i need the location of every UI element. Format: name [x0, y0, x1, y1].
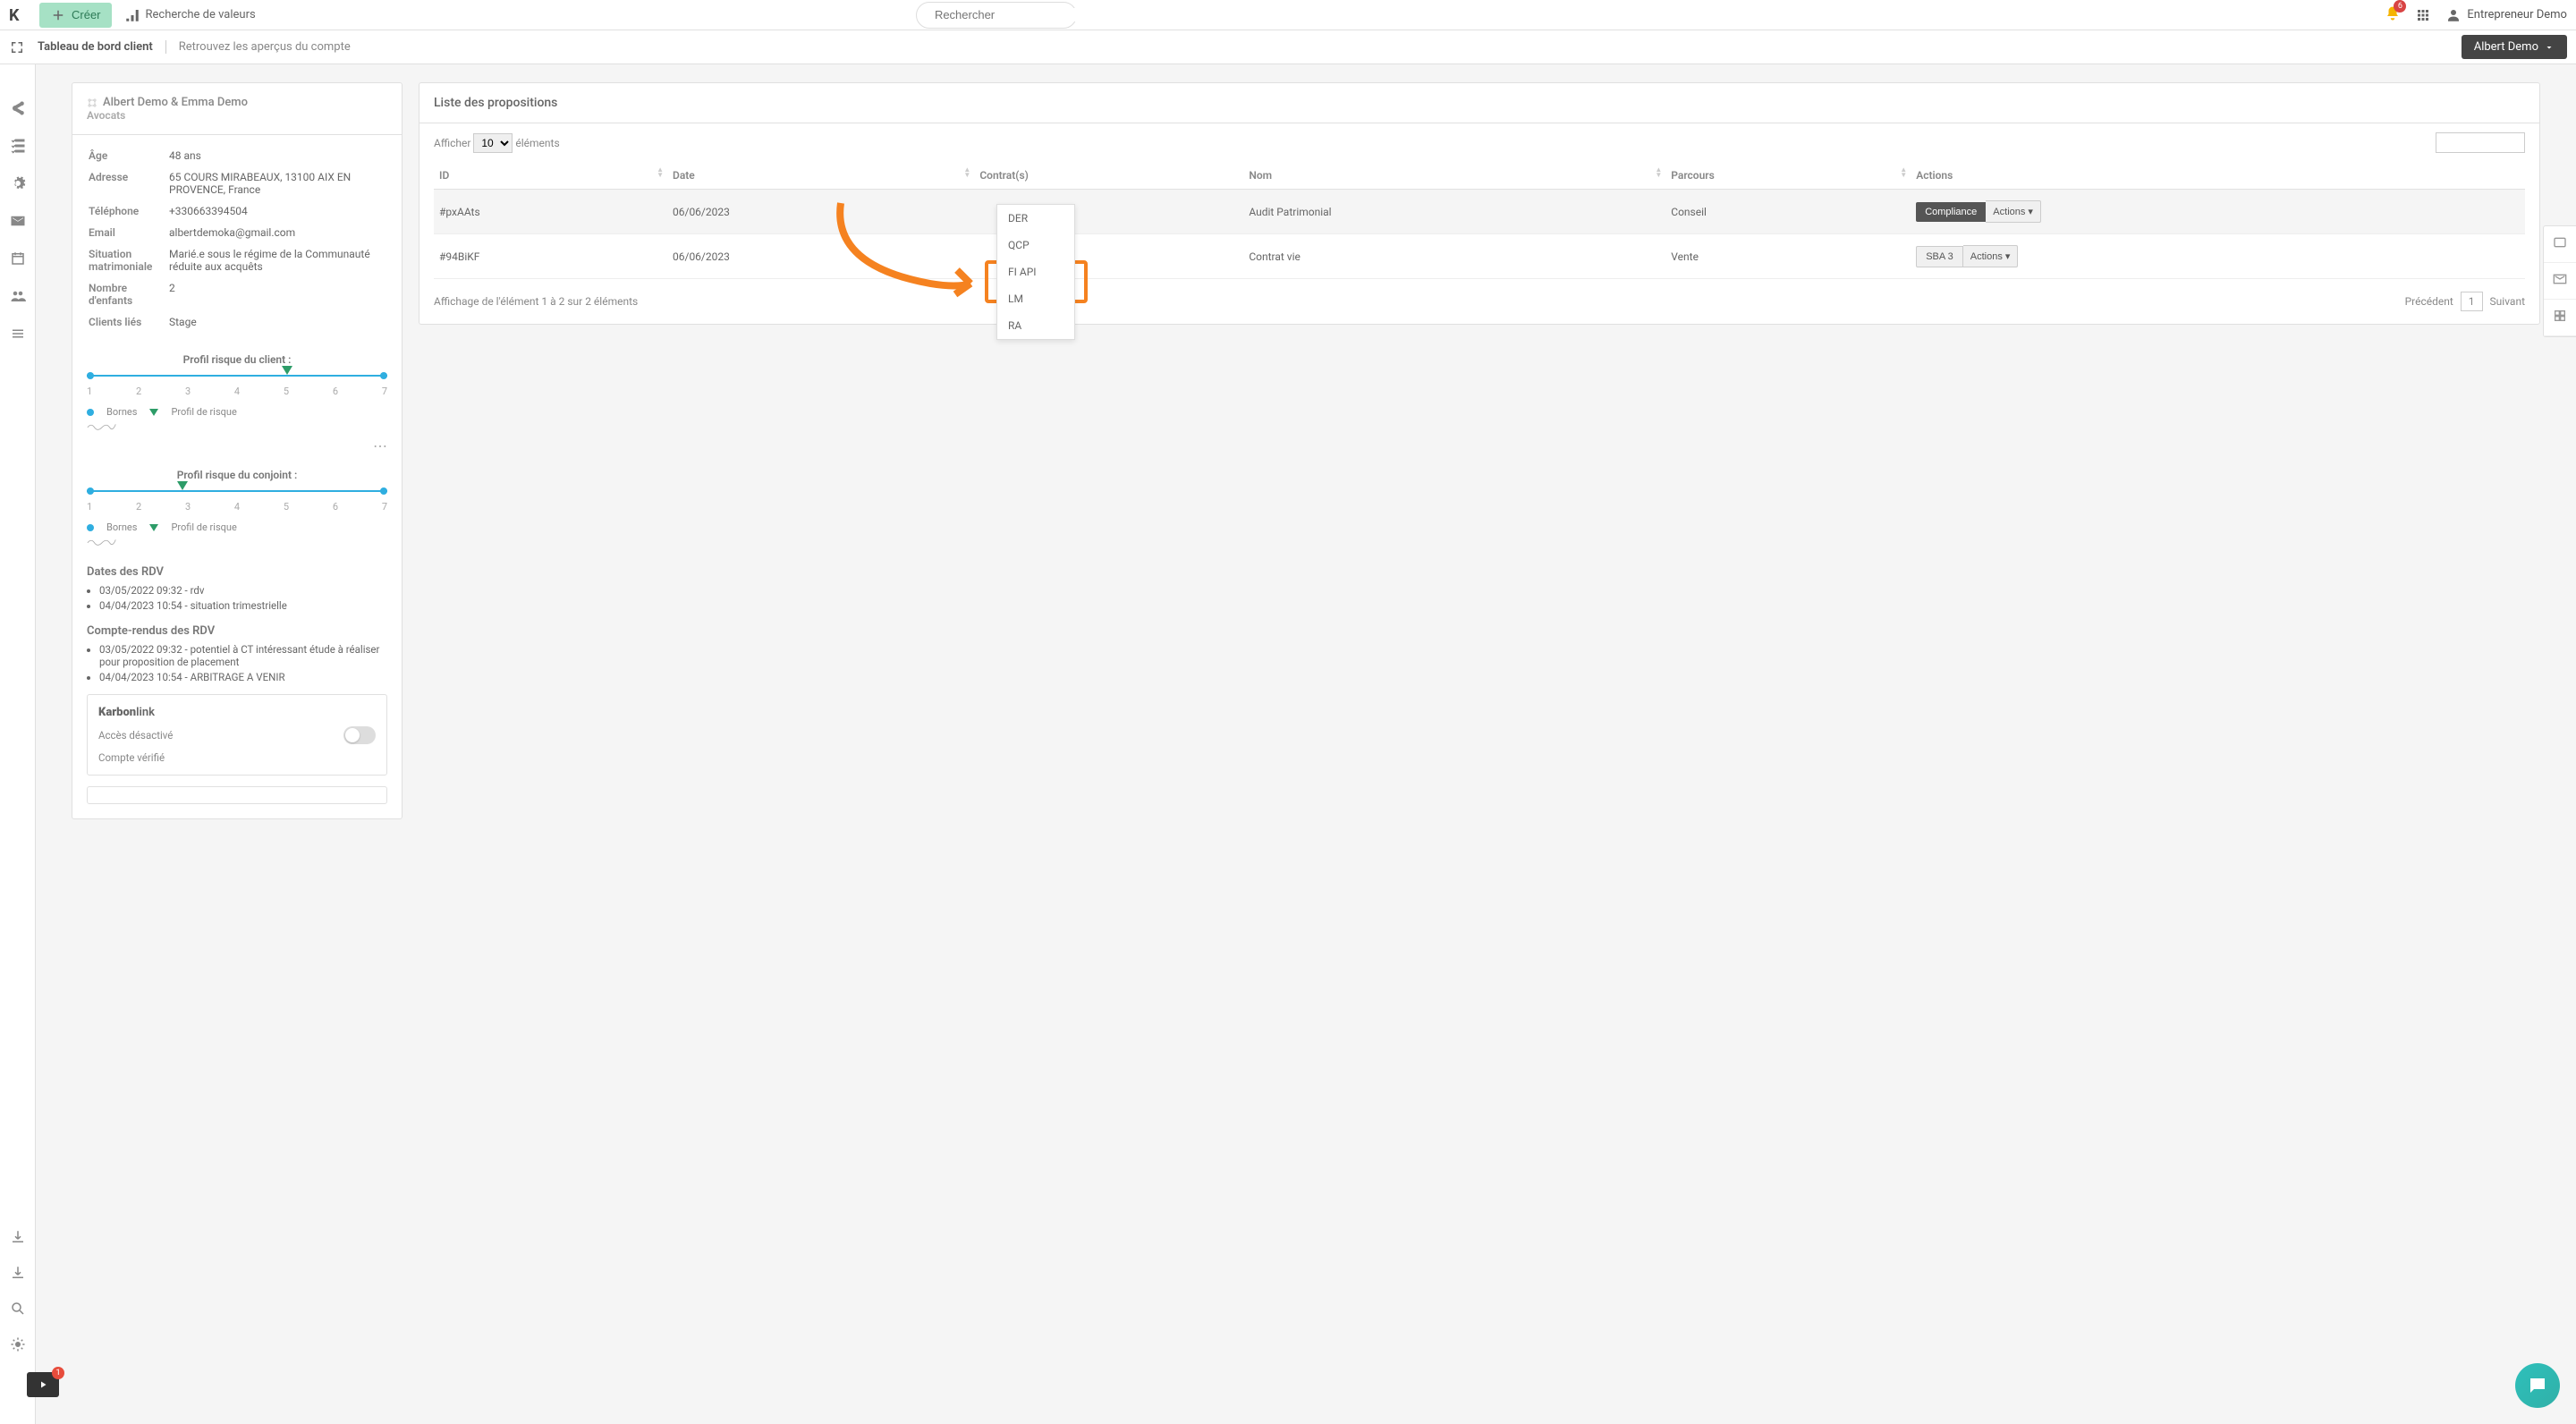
risk-spouse-title: Profil risque du conjoint : [72, 469, 402, 481]
checklist-icon[interactable] [10, 138, 26, 154]
risk-client-title: Profil risque du client : [72, 353, 402, 366]
plus-icon [50, 7, 66, 23]
col-contrats[interactable]: Contrat(s) [974, 162, 1243, 190]
side-pills [2543, 225, 2576, 337]
side-grid-icon[interactable] [2544, 300, 2576, 336]
chat-icon [2527, 1375, 2548, 1396]
page-size-select[interactable]: 10 [473, 133, 513, 153]
row-primary-button[interactable]: Compliance [1916, 202, 1986, 222]
client-details: Âge48 ans Adresse65 COURS MIRABEAUX, 131… [72, 135, 402, 339]
scale-nums: 1234567 [87, 501, 387, 513]
side-mail-icon[interactable] [2544, 263, 2576, 300]
dot-icon [87, 524, 94, 531]
rdv-heading: Dates des RDV [72, 565, 402, 579]
dropdown-item-ra[interactable]: RA [997, 312, 1074, 339]
sidebar-left [0, 64, 36, 1424]
dot-icon [87, 409, 94, 416]
search-icon-bottom[interactable] [10, 1301, 26, 1317]
video-widget[interactable]: 1 [27, 1372, 59, 1397]
col-actions: Actions [1911, 162, 2525, 190]
share-icon[interactable] [10, 100, 26, 116]
client-name: Albert Demo & Emma Demo [103, 96, 248, 109]
apps-icon[interactable] [2415, 7, 2431, 23]
video-badge: 1 [52, 1367, 64, 1379]
user-icon [2445, 7, 2462, 23]
chevron-down-icon [2544, 42, 2555, 53]
notif-badge: 6 [2394, 0, 2406, 13]
risk-spouse-marker [177, 481, 188, 490]
risk-spouse-slider[interactable] [87, 490, 387, 492]
logo: K [9, 6, 27, 24]
list-icon[interactable] [10, 326, 26, 342]
search-input[interactable] [935, 8, 1092, 21]
gear-icon[interactable] [10, 175, 26, 191]
signature-icon [87, 421, 117, 430]
proposals-header: Liste des propositions [419, 83, 2539, 123]
download-icon-2[interactable] [10, 1265, 26, 1281]
dropdown-item-der[interactable]: DER [997, 205, 1074, 232]
expand-icon[interactable] [9, 39, 25, 55]
proposals-table: ID▲▼ Date▲▼ Contrat(s) Nom▲▼ Parcours▲▼ … [434, 162, 2525, 279]
next-button[interactable]: Suivant [2490, 295, 2525, 308]
create-label: Créer [72, 8, 101, 21]
signature-icon [87, 537, 117, 546]
client-card: Albert Demo & Emma Demo Avocats Âge48 an… [72, 82, 402, 819]
chat-button[interactable] [2515, 1363, 2560, 1408]
rdv-list: 03/05/2022 09:32 - rdv04/04/2023 10:54 -… [72, 584, 402, 612]
col-id[interactable]: ID▲▼ [434, 162, 667, 190]
table-footer-info: Affichage de l'élément 1 à 2 sur 2 éléme… [434, 295, 638, 308]
chart-icon [124, 7, 140, 23]
access-toggle[interactable] [343, 726, 376, 744]
risk-client-slider[interactable] [87, 375, 387, 377]
sun-icon[interactable] [10, 1336, 26, 1352]
side-card-icon[interactable] [2544, 226, 2576, 263]
triangle-icon [149, 524, 158, 531]
download-icon[interactable] [10, 1229, 26, 1245]
table-row: #pxAAts06/06/2023Audit PatrimonialConsei… [434, 190, 2525, 234]
page-title: Tableau de bord client [38, 40, 166, 54]
verified-label: Compte vérifié [98, 751, 165, 764]
create-button[interactable]: Créer [39, 3, 112, 28]
table-row: #94BiKF06/06/2023Contrat vieVente SBA 3A… [434, 234, 2525, 279]
actions-dropdown: DERQCPFI APILMRA [996, 204, 1075, 340]
table-search-input[interactable] [2436, 132, 2525, 153]
calendar-icon[interactable] [10, 250, 26, 267]
research-link[interactable]: Recherche de valeurs [124, 7, 256, 23]
global-search[interactable] [916, 2, 1077, 29]
cr-list: 03/05/2022 09:32 - potentiel à CT intére… [72, 643, 402, 683]
page-number[interactable]: 1 [2461, 292, 2483, 311]
dropdown-item-lm[interactable]: LM [997, 285, 1074, 312]
more-icon[interactable]: ⋯ [72, 437, 402, 454]
row-actions-button[interactable]: Actions ▾ [1986, 200, 2041, 223]
client-selector[interactable]: Albert Demo [2462, 35, 2567, 59]
dropdown-item-qcp[interactable]: QCP [997, 232, 1074, 259]
client-job: Avocats [87, 109, 387, 122]
placeholder-box [87, 786, 387, 804]
link-icon [87, 97, 97, 108]
col-parcours[interactable]: Parcours▲▼ [1665, 162, 1911, 190]
risk-client-marker [282, 366, 292, 375]
col-date[interactable]: Date▲▼ [667, 162, 974, 190]
cr-heading: Compte-rendus des RDV [72, 624, 402, 638]
mail-icon[interactable] [10, 213, 26, 229]
row-actions-button[interactable]: Actions ▾ [1963, 245, 2019, 267]
proposals-card: Liste des propositions Afficher 10 éléme… [419, 82, 2540, 325]
col-nom[interactable]: Nom▲▼ [1243, 162, 1665, 190]
play-icon [38, 1379, 48, 1390]
dropdown-item-fi-api[interactable]: FI API [997, 259, 1074, 285]
karbon-link-box: Karbonlink Accès désactivé Compte vérifi… [87, 694, 387, 776]
access-label: Accès désactivé [98, 729, 173, 742]
user-menu[interactable]: Entrepreneur Demo [2445, 7, 2567, 23]
triangle-icon [149, 409, 158, 416]
prev-button[interactable]: Précédent [2405, 295, 2453, 308]
notifications-button[interactable]: 6 [2385, 5, 2401, 25]
bottom-icons [10, 1229, 26, 1352]
row-primary-button[interactable]: SBA 3 [1916, 246, 1963, 267]
scale-nums: 1234567 [87, 386, 387, 397]
people-icon[interactable] [10, 288, 26, 304]
page-subtitle: Retrouvez les aperçus du compte [179, 40, 351, 54]
